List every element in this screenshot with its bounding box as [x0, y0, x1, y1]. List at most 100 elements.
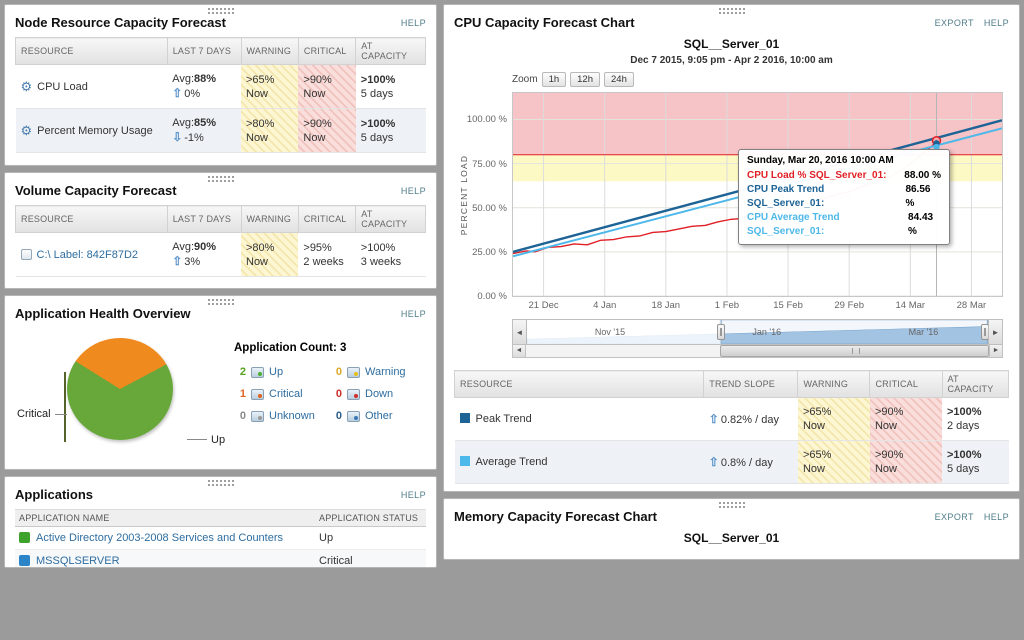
left-column: Node Resource Capacity Forecast HELP RES…	[4, 4, 437, 568]
column-header: CRITICAL	[298, 206, 355, 233]
chart-tooltip: Sunday, Mar 20, 2016 10:00 AM CPU Load %…	[738, 149, 950, 245]
panel-cpu-capacity-forecast-chart: CPU Capacity Forecast Chart EXPORT HELP …	[443, 4, 1020, 492]
volume-link[interactable]: C:\ Label: 842F87D2	[37, 249, 139, 261]
tooltip-series-value: 88.00 %	[904, 169, 941, 183]
status-link-warning[interactable]: Warning	[365, 366, 406, 378]
trend-name: Average Trend	[476, 456, 548, 468]
tooltip-series-label: CPU Peak Trend SQL_Server_01:	[747, 183, 899, 211]
avg-value: 85%	[194, 117, 216, 129]
status-link-critical[interactable]: Critical	[269, 388, 303, 400]
app-health-pie[interactable]	[67, 338, 173, 440]
navigator-handle-left[interactable]	[717, 324, 725, 340]
status-link-up[interactable]: Up	[269, 366, 283, 378]
panel-title: Memory Capacity Forecast Chart	[454, 509, 657, 524]
column-header: RESOURCE	[455, 371, 704, 398]
navigator-right-arrow[interactable]: ►	[988, 320, 1002, 344]
help-link[interactable]: HELP	[401, 309, 426, 319]
critical-cell: >90%Now	[870, 441, 942, 484]
export-link[interactable]: EXPORT	[935, 512, 974, 522]
x-axis-tick: 21 Dec	[529, 300, 559, 311]
zoom-label: Zoom	[512, 74, 538, 85]
x-axis-tick: 29 Feb	[834, 300, 864, 311]
y-axis-tick: 75.00 %	[472, 159, 507, 170]
status-item-down: 0 Down	[330, 388, 426, 400]
application-status: Critical	[315, 550, 426, 569]
status-count: 2	[234, 366, 246, 378]
zoom-12h-button[interactable]: 12h	[570, 72, 600, 87]
zoom-1h-button[interactable]: 1h	[542, 72, 567, 87]
resource-name: Percent Memory Usage	[37, 125, 153, 137]
avg-value: 88%	[194, 73, 216, 85]
drag-handle-icon[interactable]	[208, 299, 234, 305]
status-count: 0	[330, 366, 342, 378]
cpu-plot[interactable]: Sunday, Mar 20, 2016 10:00 AM CPU Load %…	[512, 92, 1003, 297]
drag-handle-icon[interactable]	[719, 8, 745, 14]
application-link[interactable]: MSSQLSERVER	[36, 555, 120, 567]
help-link[interactable]: HELP	[401, 186, 426, 196]
status-link-down[interactable]: Down	[365, 388, 393, 400]
pie-callout-line	[187, 439, 207, 440]
scrollbar-thumb[interactable]	[720, 345, 989, 357]
scrollbar-track[interactable]	[526, 345, 989, 357]
critical-status-icon	[251, 389, 264, 400]
trend-value: 0%	[184, 88, 200, 100]
at-capacity-cell: >100%5 days	[356, 65, 426, 109]
dashboard: Node Resource Capacity Forecast HELP RES…	[0, 0, 1024, 572]
status-count: 0	[330, 388, 342, 400]
navigator-left-arrow[interactable]: ◄	[513, 320, 527, 344]
warning-cell: >80%Now	[241, 109, 298, 153]
x-axis-tick: 15 Feb	[773, 300, 803, 311]
trend-down-icon: ⇩	[172, 130, 182, 144]
table-row: Active Directory 2003-2008 Services and …	[15, 527, 426, 550]
avg-label: Avg:	[172, 241, 194, 253]
warning-cell: >65%Now	[241, 65, 298, 109]
help-link[interactable]: HELP	[401, 490, 426, 500]
x-axis-tick: 1 Feb	[715, 300, 739, 311]
status-link-unknown[interactable]: Unknown	[269, 410, 315, 422]
scrollbar-right-arrow[interactable]: ►	[989, 345, 1002, 357]
average-trend-legend-icon	[460, 456, 470, 466]
x-axis-tick: 14 Mar	[896, 300, 926, 311]
help-link[interactable]: HELP	[401, 18, 426, 28]
navigator-handle-right[interactable]	[981, 324, 988, 340]
help-link[interactable]: HELP	[984, 18, 1009, 28]
avg-value: 90%	[194, 241, 216, 253]
column-header: AT CAPACITY	[356, 206, 426, 233]
zoom-24h-button[interactable]: 24h	[604, 72, 634, 87]
pie-label-critical: Critical	[17, 408, 51, 420]
status-item-unknown: 0 Unknown	[234, 410, 330, 422]
critical-cell: >95%2 weeks	[298, 233, 355, 277]
column-header: AT CAPACITY	[356, 38, 426, 65]
status-link-other[interactable]: Other	[365, 410, 393, 422]
drag-handle-icon[interactable]	[208, 480, 234, 486]
avg-label: Avg:	[172, 117, 194, 129]
solarwinds-logo: solarwinds	[454, 484, 1009, 492]
scrollbar-left-arrow[interactable]: ◄	[513, 345, 526, 357]
application-count: Application Count: 3	[234, 342, 426, 354]
drag-handle-icon[interactable]	[719, 502, 745, 508]
application-link[interactable]: Active Directory 2003-2008 Services and …	[36, 532, 283, 544]
x-axis-tick: 4 Jan	[593, 300, 616, 311]
help-link[interactable]: HELP	[984, 512, 1009, 522]
navigator-track[interactable]: Nov '15 Jan '16 Mar '16	[527, 320, 988, 344]
panel-title: Node Resource Capacity Forecast	[15, 15, 226, 30]
navigator-label: Nov '15	[595, 327, 625, 337]
up-status-icon	[251, 367, 264, 378]
panel-title: Applications	[15, 487, 93, 502]
y-axis-tick: 50.00 %	[472, 203, 507, 214]
status-item-critical: 1 Critical	[234, 388, 330, 400]
warning-cell: >80%Now	[241, 233, 298, 277]
panel-title: Application Health Overview	[15, 306, 191, 321]
trend-name: Peak Trend	[476, 413, 532, 425]
warning-cell: >65%Now	[798, 398, 870, 441]
tooltip-series-label: CPU Average Trend SQL_Server_01:	[747, 211, 902, 239]
peak-trend-legend-icon	[460, 413, 470, 423]
warning-cell: >65%Now	[798, 441, 870, 484]
drag-handle-icon[interactable]	[208, 176, 234, 182]
unknown-status-icon	[251, 411, 264, 422]
export-link[interactable]: EXPORT	[935, 18, 974, 28]
drag-handle-icon[interactable]	[208, 8, 234, 14]
app-health-pie-area: Critical Up	[15, 330, 234, 465]
status-count: 1	[234, 388, 246, 400]
trend-slope: 0.82% / day	[721, 414, 779, 426]
